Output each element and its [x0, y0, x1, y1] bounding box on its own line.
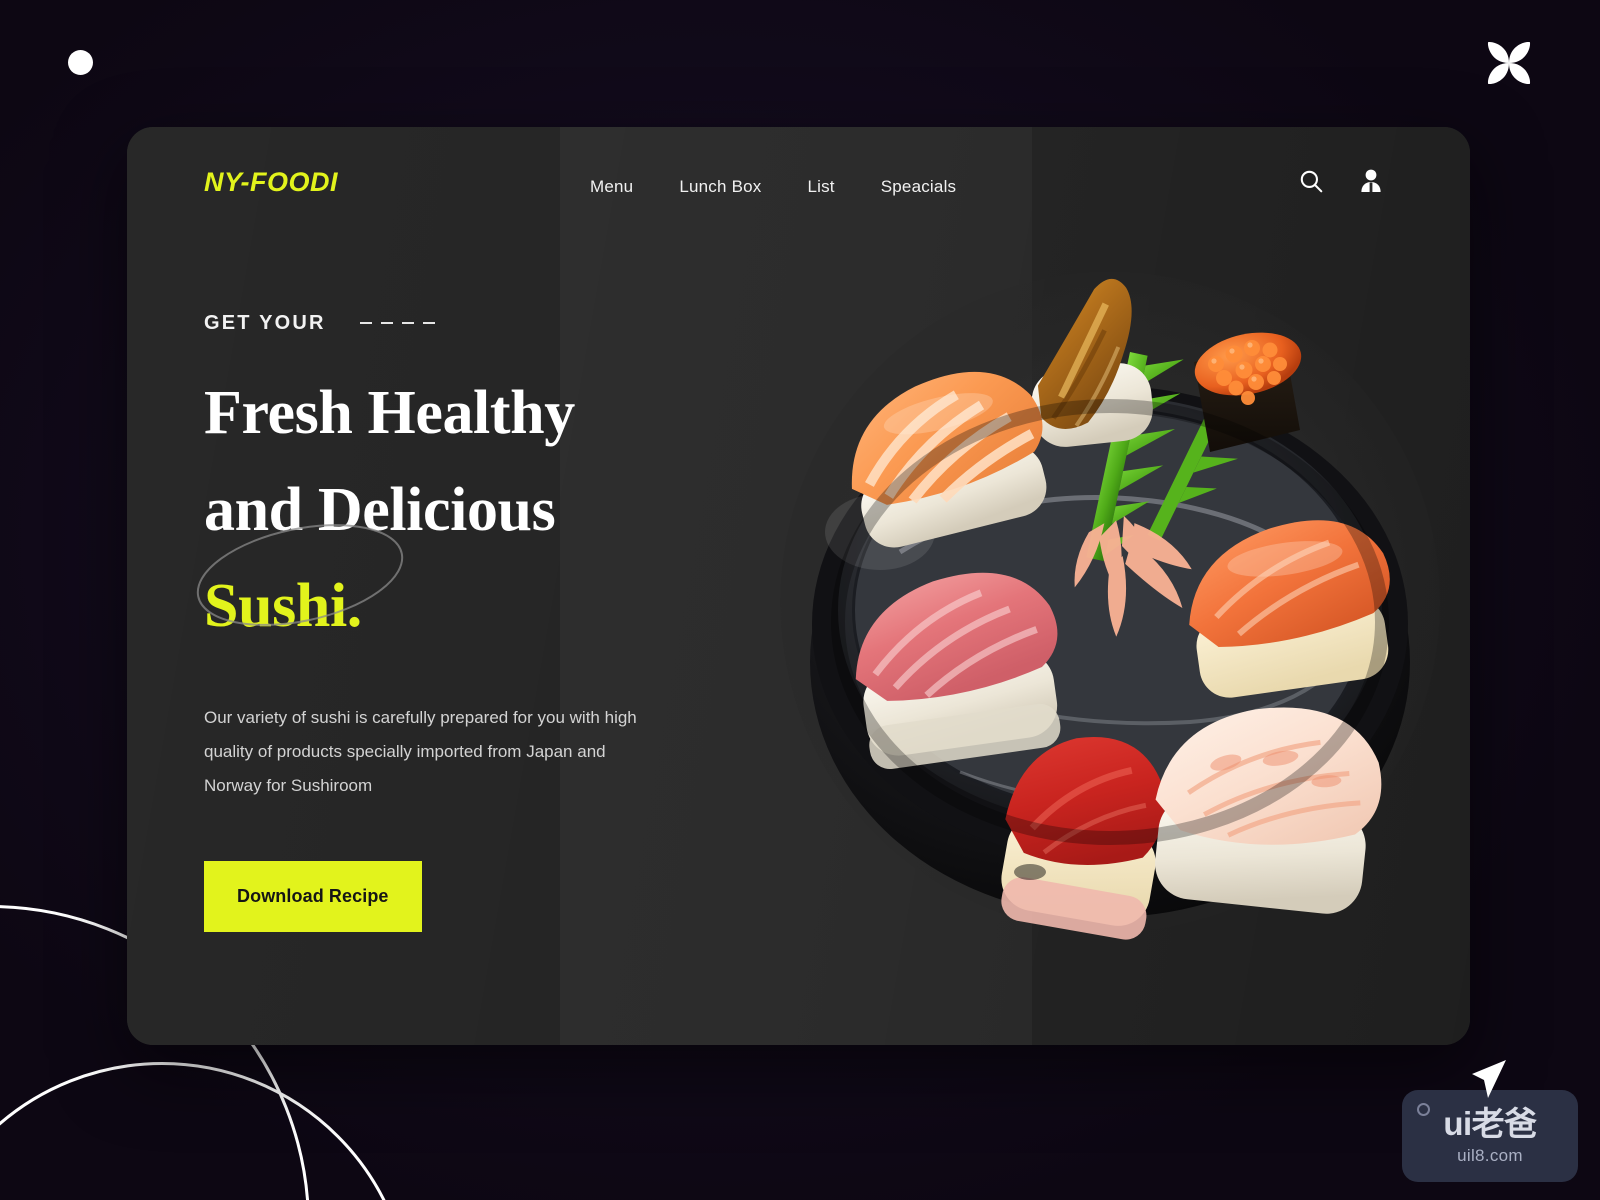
search-button[interactable]	[1297, 167, 1325, 195]
arrow-cursor-icon	[1472, 1060, 1506, 1098]
watermark-hole	[1417, 1103, 1430, 1116]
headline-accent-wrapper: Sushi.	[196, 524, 404, 655]
sushi-platter-image	[780, 272, 1440, 940]
page-root: NY-FOODI Menu Lunch Box List Speacials G…	[0, 0, 1600, 1200]
hero-card: NY-FOODI Menu Lunch Box List Speacials G…	[127, 127, 1470, 1045]
headline-line-3: Sushi.	[196, 524, 724, 655]
decorative-arc-lower	[0, 1062, 412, 1200]
dashed-line-decoration	[359, 321, 435, 326]
header-actions	[1297, 167, 1385, 195]
hero-eyebrow: GET YOUR	[204, 312, 326, 334]
nav-item-speacials[interactable]: Speacials	[881, 171, 957, 203]
watermark-url: uil8.com	[1457, 1145, 1523, 1165]
headline-accent-text: Sushi.	[204, 572, 362, 641]
decorative-dot	[68, 50, 93, 75]
nav-item-menu[interactable]: Menu	[590, 171, 633, 203]
nav-item-lunch-box[interactable]: Lunch Box	[679, 171, 761, 203]
logo[interactable]: NY-FOODI	[204, 167, 338, 198]
main-navigation: Menu Lunch Box List Speacials	[590, 171, 956, 203]
site-header: NY-FOODI Menu Lunch Box List Speacials	[127, 127, 1470, 245]
nav-item-list[interactable]: List	[807, 171, 834, 203]
user-icon	[1361, 169, 1381, 192]
hero-eyebrow-row: GET YOUR	[204, 312, 724, 335]
watermark-title: ui老爸	[1443, 1104, 1537, 1142]
page-title: Fresh Healthy and Delicious Sushi.	[196, 365, 724, 655]
watermark-badge: ui老爸 uil8.com	[1402, 1090, 1578, 1182]
download-recipe-button[interactable]: Download Recipe	[204, 861, 422, 933]
search-icon	[1300, 170, 1323, 193]
headline-line-1: Fresh Healthy	[204, 379, 575, 447]
account-button[interactable]	[1357, 167, 1385, 195]
four-petal-flower-icon	[1487, 41, 1531, 85]
hero-description: Our variety of sushi is carefully prepar…	[204, 708, 637, 796]
headline-line-2: and Delicious	[204, 475, 556, 544]
hero-section: GET YOUR Fresh Healthy and Delicious Sus…	[196, 312, 724, 933]
